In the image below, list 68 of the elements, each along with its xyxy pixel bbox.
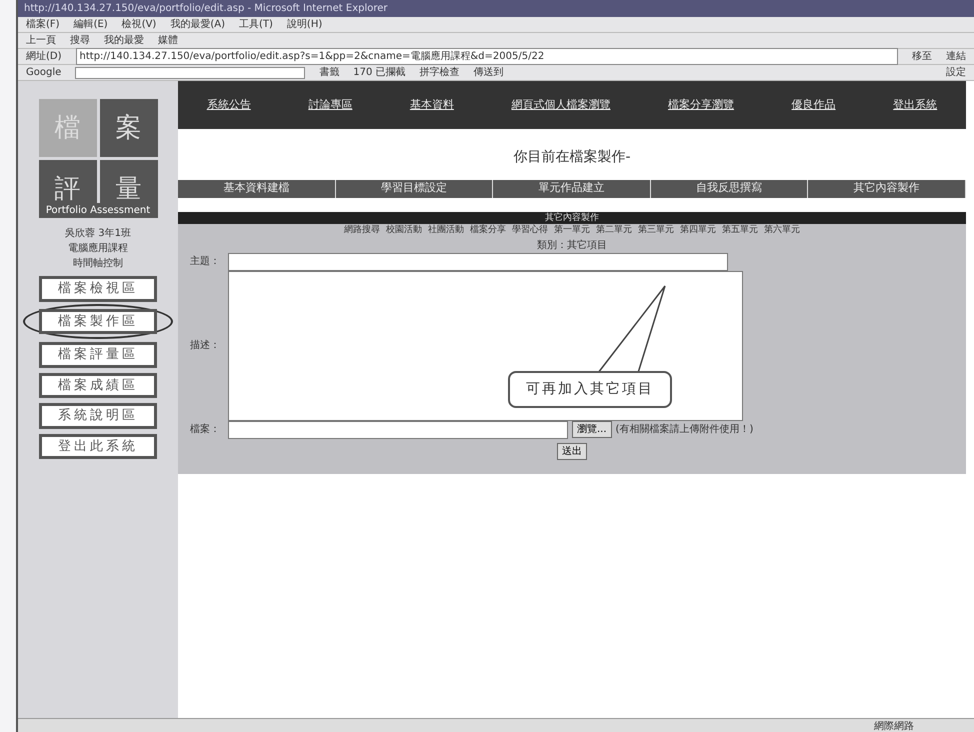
menu-item[interactable]: 檢視(V) [122, 17, 156, 32]
go-button[interactable]: 移至 [912, 49, 932, 64]
toolbar-button[interactable]: 媒體 [158, 33, 178, 48]
logo-tile: 案 [100, 99, 158, 157]
toolbar-button[interactable]: 搜尋 [70, 33, 90, 48]
sidebar-button[interactable]: 檔案檢視區 [39, 276, 157, 302]
description-field[interactable] [228, 270, 743, 420]
category-link[interactable]: 第一單元 [554, 224, 590, 238]
subject-field[interactable] [228, 252, 728, 270]
menu-item[interactable]: 我的最愛(A) [170, 17, 225, 32]
file-hint: (有相關檔案請上傳附件使用！) [616, 422, 754, 437]
user-info: 吳欣蓉 3年1班 [65, 226, 131, 241]
category-link[interactable]: 網路搜尋 [344, 224, 380, 238]
status-zone: 網際網路 [874, 720, 914, 732]
toolbar-button[interactable]: 上一頁 [26, 33, 56, 48]
category-link[interactable]: 社團活動 [428, 224, 464, 238]
tab[interactable]: 自我反思撰寫 [650, 180, 808, 198]
category-link[interactable]: 第六單元 [764, 224, 800, 238]
sidebar-button[interactable]: 檔案製作區 [39, 308, 157, 334]
address-field[interactable]: http://140.134.27.150/eva/portfolio/edit.asp?s=1&pp=2&cname=電腦應用課程&d=2005/5/22 [76, 48, 898, 65]
menu-item[interactable]: 編輯(E) [74, 17, 108, 32]
browse-button[interactable]: 瀏覽... [572, 421, 612, 438]
user-info: 電腦應用課程 [67, 242, 129, 256]
category-link[interactable]: 第三單元 [638, 224, 674, 238]
nav-link[interactable]: 討論專區 [308, 96, 352, 114]
settings-button[interactable]: 設定 [946, 65, 966, 80]
field-label: 主題： [190, 254, 221, 269]
category-link[interactable]: 檔案分享 [470, 224, 506, 238]
user-info: 時間軸控制 [72, 256, 124, 271]
category-link[interactable]: 學習心得 [512, 224, 548, 238]
sidebar-button[interactable]: 檔案成績區 [39, 372, 157, 398]
page-heading: 你目前在檔案製作- [512, 148, 632, 167]
tab[interactable]: 基本資料建檔 [178, 180, 336, 198]
google-toolbar-button[interactable]: 傳送到 [474, 65, 504, 80]
menu-item[interactable]: 說明(H) [286, 17, 322, 32]
callout-note: 可再加入其它項目 [508, 371, 672, 408]
address-label: 網址(D) [26, 50, 62, 64]
category-link[interactable]: 校園活動 [386, 224, 422, 238]
nav-link[interactable]: 網頁式個人檔案瀏覽 [511, 96, 610, 114]
file-field[interactable] [228, 420, 568, 438]
category-label: 類別：其它項目 [536, 238, 608, 252]
links-button[interactable]: 連結 [946, 49, 966, 64]
google-toolbar-button[interactable]: 170 已攔截 [353, 65, 406, 80]
nav-link[interactable]: 優良作品 [792, 96, 836, 114]
section-title: 其它內容製作 [178, 212, 966, 224]
google-label: Google [26, 66, 62, 80]
field-label: 描述： [190, 338, 221, 353]
nav-link[interactable]: 系統公告 [206, 96, 251, 114]
nav-link[interactable]: 檔案分享瀏覽 [668, 96, 734, 114]
window-title: http://140.134.27.150/eva/portfolio/edit.asp - Microsoft Internet Explorer [24, 2, 388, 16]
category-link[interactable]: 第五單元 [722, 224, 758, 238]
google-search-field[interactable] [75, 66, 306, 78]
sidebar-button[interactable]: 登出此系統 [39, 434, 157, 459]
toolbar-button[interactable]: 我的最愛 [104, 33, 144, 48]
nav-link[interactable]: 登出系統 [893, 96, 938, 114]
tab[interactable]: 學習目標設定 [336, 180, 494, 198]
category-link[interactable]: 第二單元 [596, 224, 632, 238]
tab[interactable]: 單元作品建立 [493, 180, 651, 198]
menu-item[interactable]: 工具(T) [239, 17, 273, 32]
category-link[interactable]: 第四單元 [680, 224, 716, 238]
google-toolbar-button[interactable]: 拼字檢查 [420, 65, 460, 80]
google-toolbar-button[interactable]: 書籤 [319, 65, 340, 80]
menu-item[interactable]: 檔案(F) [26, 17, 60, 32]
tab[interactable]: 其它內容製作 [808, 180, 966, 198]
submit-button[interactable]: 送出 [557, 442, 587, 460]
field-label: 檔案： [190, 422, 221, 437]
sidebar-button[interactable]: 系統說明區 [39, 403, 157, 428]
sidebar-button[interactable]: 檔案評量區 [39, 342, 157, 368]
